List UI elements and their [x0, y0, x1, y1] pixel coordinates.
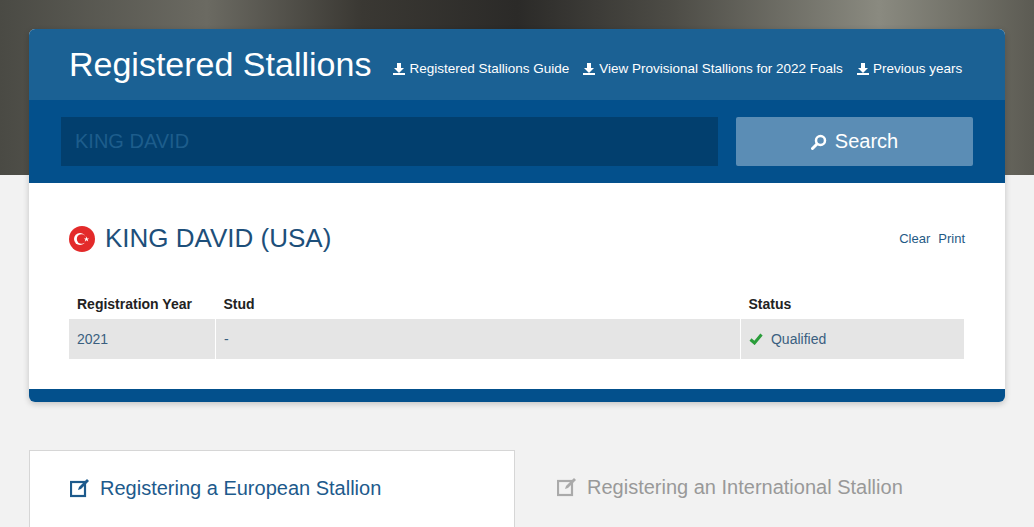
tab[interactable]: Registering an International Stallion	[515, 450, 923, 527]
search-button[interactable]: Search	[736, 117, 973, 166]
search-icon	[811, 134, 827, 150]
flag-icon	[69, 226, 95, 252]
page-title: Registered Stallions	[69, 45, 371, 84]
result-title: KING DAVID (USA) Clear Print	[69, 223, 965, 254]
card-footer-bar	[29, 389, 1005, 402]
header-row: Registration YearStudStatus	[69, 288, 964, 319]
download-icon	[857, 63, 869, 75]
cell-text: -	[224, 331, 229, 347]
column-header: Status	[740, 288, 964, 319]
download-link[interactable]: Previous years	[857, 61, 962, 76]
download-icon	[393, 63, 405, 75]
registration-tabs: Registering a European Stallion Registeri…	[29, 450, 1005, 527]
table-cell: -	[215, 319, 740, 359]
tab-label: Registering an International Stallion	[587, 476, 903, 499]
card-header: Registered Stallions Registered Stallions…	[29, 29, 1005, 100]
result-actions: Clear Print	[899, 231, 965, 246]
search-input[interactable]	[61, 117, 718, 166]
table-cell: 2021	[69, 319, 215, 359]
tab[interactable]: Registering a European Stallion	[29, 450, 515, 527]
status-label: Qualified	[771, 331, 826, 347]
page: Registered Stallions Registered Stallions…	[0, 0, 1034, 527]
link-label: Previous years	[873, 61, 962, 76]
edit-icon	[70, 478, 90, 498]
registration-table: Registration YearStudStatus 2021 - Qualifie…	[69, 288, 964, 359]
header-links: Registered Stallions Guide View Provision…	[393, 53, 962, 76]
search-label: Search	[835, 130, 898, 153]
stallion-card: Registered Stallions Registered Stallions…	[29, 29, 1005, 402]
table-cell: Qualified	[740, 319, 964, 359]
download-link[interactable]: View Provisional Stallions for 2022 Foal…	[583, 61, 843, 76]
action-link[interactable]: Clear	[899, 231, 930, 246]
action-link[interactable]: Print	[938, 231, 965, 246]
download-link[interactable]: Registered Stallions Guide	[393, 61, 569, 76]
tab-label: Registering a European Stallion	[100, 477, 381, 500]
column-header: Stud	[215, 288, 740, 319]
column-header: Registration Year	[69, 288, 215, 319]
edit-icon	[557, 477, 577, 497]
table-row: 2021 - Qualified	[69, 319, 964, 359]
cell-text: 2021	[77, 331, 108, 347]
search-bar: Search	[29, 100, 1005, 183]
status: Qualified	[749, 331, 956, 347]
download-icon	[583, 63, 595, 75]
status-mark	[749, 333, 763, 345]
result-panel: KING DAVID (USA) Clear Print Registration Y…	[29, 183, 1005, 389]
link-label: Registered Stallions Guide	[409, 61, 569, 76]
stallion-name: KING DAVID (USA)	[105, 223, 889, 254]
link-label: View Provisional Stallions for 2022 Foal…	[599, 61, 843, 76]
check-icon	[749, 333, 763, 345]
